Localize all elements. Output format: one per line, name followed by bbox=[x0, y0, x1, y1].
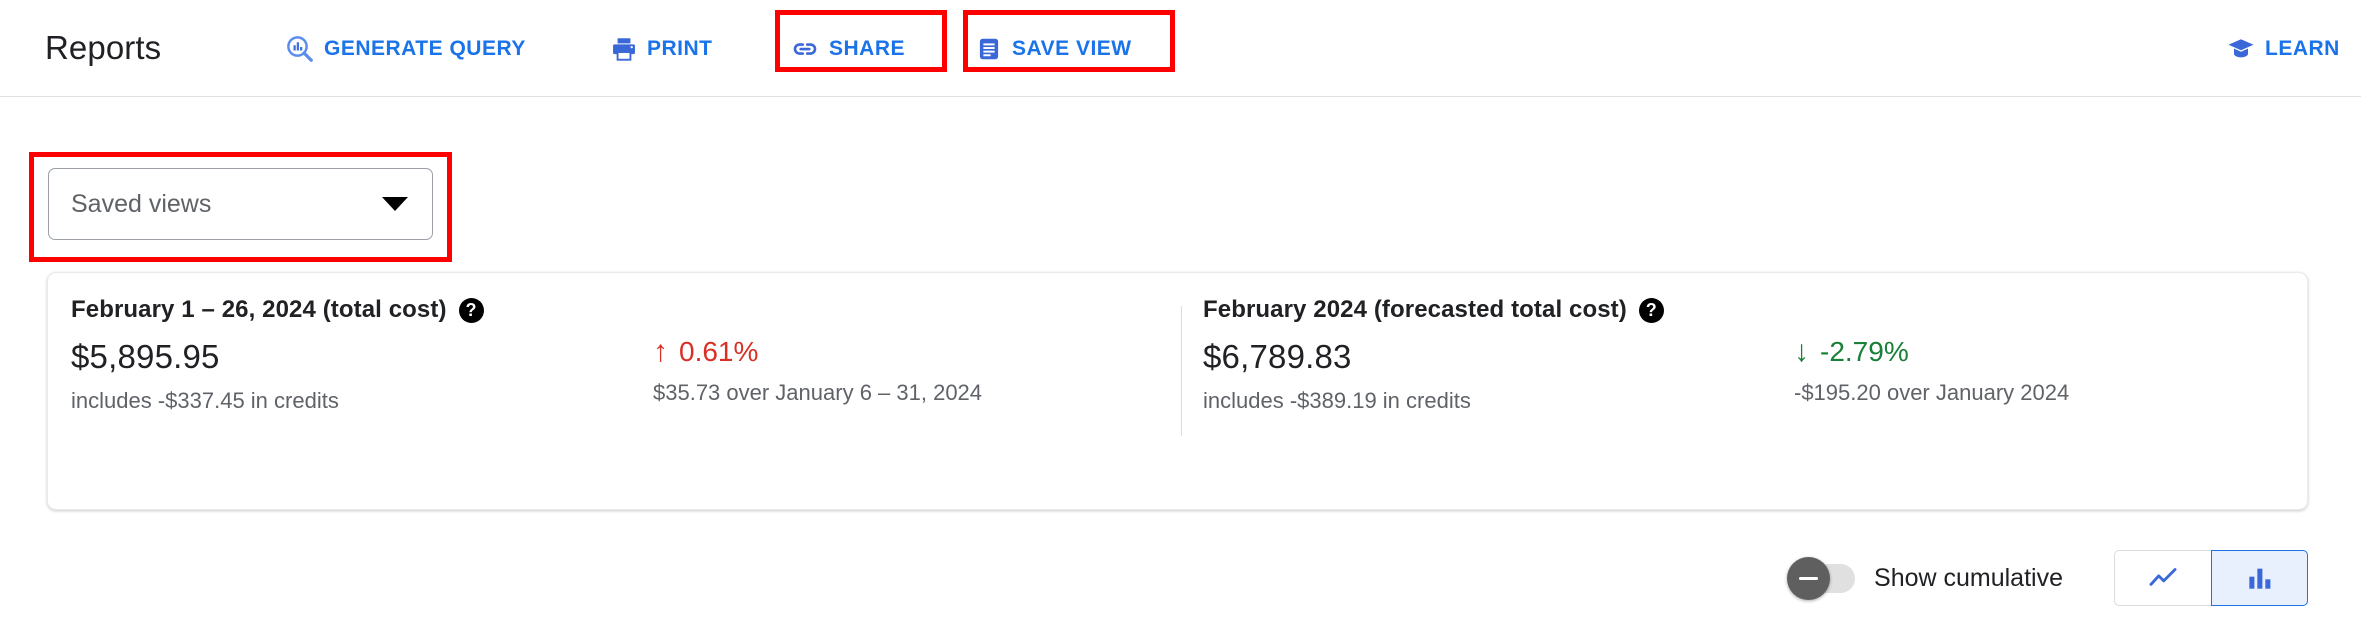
show-cumulative-label: Show cumulative bbox=[1874, 564, 2063, 592]
page-title: Reports bbox=[45, 29, 162, 66]
actual-cost-header: February 1 – 26, 2024 (total cost) ? bbox=[71, 295, 1141, 325]
saved-views-placeholder: Saved views bbox=[71, 190, 212, 218]
toggle-switch[interactable] bbox=[1787, 556, 1856, 600]
share-button[interactable]: SHARE bbox=[790, 29, 905, 69]
generate-query-button[interactable]: GENERATE QUERY bbox=[285, 29, 526, 69]
print-label: PRINT bbox=[647, 37, 713, 60]
save-view-label: SAVE VIEW bbox=[1012, 37, 1132, 60]
actual-delta-percent: 0.61% bbox=[679, 336, 759, 367]
reports-content: Saved views February 1 – 26, 2024 (total… bbox=[0, 97, 2361, 640]
card-divider bbox=[1181, 306, 1182, 436]
show-cumulative-toggle[interactable]: Show cumulative bbox=[1787, 556, 2063, 600]
arrow-up-icon: ↑ bbox=[653, 335, 668, 368]
forecast-cost-delta: ↓ -2.79% -$195.20 over January 2024 bbox=[1794, 335, 2069, 407]
share-label: SHARE bbox=[829, 37, 906, 60]
chart-type-bar-button[interactable] bbox=[2211, 550, 2308, 606]
app-header: Reports GENERATE QUERY PRINT SHARE SAVE … bbox=[0, 0, 2361, 97]
forecast-delta-line: ↓ -2.79% bbox=[1794, 335, 2069, 369]
actual-cost-title: February 1 – 26, 2024 (total cost) bbox=[71, 296, 447, 323]
arrow-down-icon: ↓ bbox=[1794, 335, 1809, 368]
actual-cost-delta: ↑ 0.61% $35.73 over January 6 – 31, 2024 bbox=[653, 335, 982, 407]
help-circle-icon[interactable]: ? bbox=[1638, 297, 1664, 323]
document-save-icon bbox=[975, 35, 1003, 63]
forecast-cost-amount: $6,789.83 bbox=[1203, 338, 1352, 375]
cost-summary-card: February 1 – 26, 2024 (total cost) ? $5,… bbox=[47, 272, 2308, 510]
print-button[interactable]: PRINT bbox=[610, 29, 713, 69]
forecast-delta-detail: -$195.20 over January 2024 bbox=[1794, 380, 2070, 405]
learn-label: LEARN bbox=[2265, 37, 2340, 60]
forecast-delta-percent: -2.79% bbox=[1820, 336, 1909, 367]
graduation-cap-icon bbox=[2226, 34, 2256, 64]
chart-type-line-button[interactable] bbox=[2114, 550, 2211, 606]
saved-views-select[interactable]: Saved views bbox=[48, 168, 433, 240]
forecast-cost-section: February 2024 (forecasted total cost) ? … bbox=[1203, 295, 2283, 425]
forecast-cost-credits: includes -$389.19 in credits bbox=[1203, 388, 1471, 413]
minus-toggle-icon bbox=[1787, 556, 1831, 600]
link-icon bbox=[790, 34, 820, 64]
chevron-down-icon bbox=[382, 197, 408, 211]
chart-controls: Show cumulative bbox=[1787, 549, 2308, 607]
help-circle-icon[interactable]: ? bbox=[458, 297, 484, 323]
forecast-cost-title: February 2024 (forecasted total cost) bbox=[1203, 296, 1627, 323]
search-chart-icon bbox=[285, 34, 315, 64]
bar-chart-icon bbox=[2244, 562, 2276, 594]
actual-delta-detail: $35.73 over January 6 – 31, 2024 bbox=[653, 380, 983, 405]
actual-delta-line: ↑ 0.61% bbox=[653, 335, 982, 369]
forecast-cost-header: February 2024 (forecasted total cost) ? bbox=[1203, 295, 2283, 325]
save-view-button[interactable]: SAVE VIEW bbox=[975, 29, 1132, 69]
chart-type-toggle-group bbox=[2114, 550, 2308, 606]
line-chart-icon bbox=[2146, 561, 2180, 595]
generate-query-label: GENERATE QUERY bbox=[324, 37, 526, 60]
learn-button[interactable]: LEARN bbox=[2226, 29, 2340, 69]
printer-icon bbox=[610, 35, 638, 63]
